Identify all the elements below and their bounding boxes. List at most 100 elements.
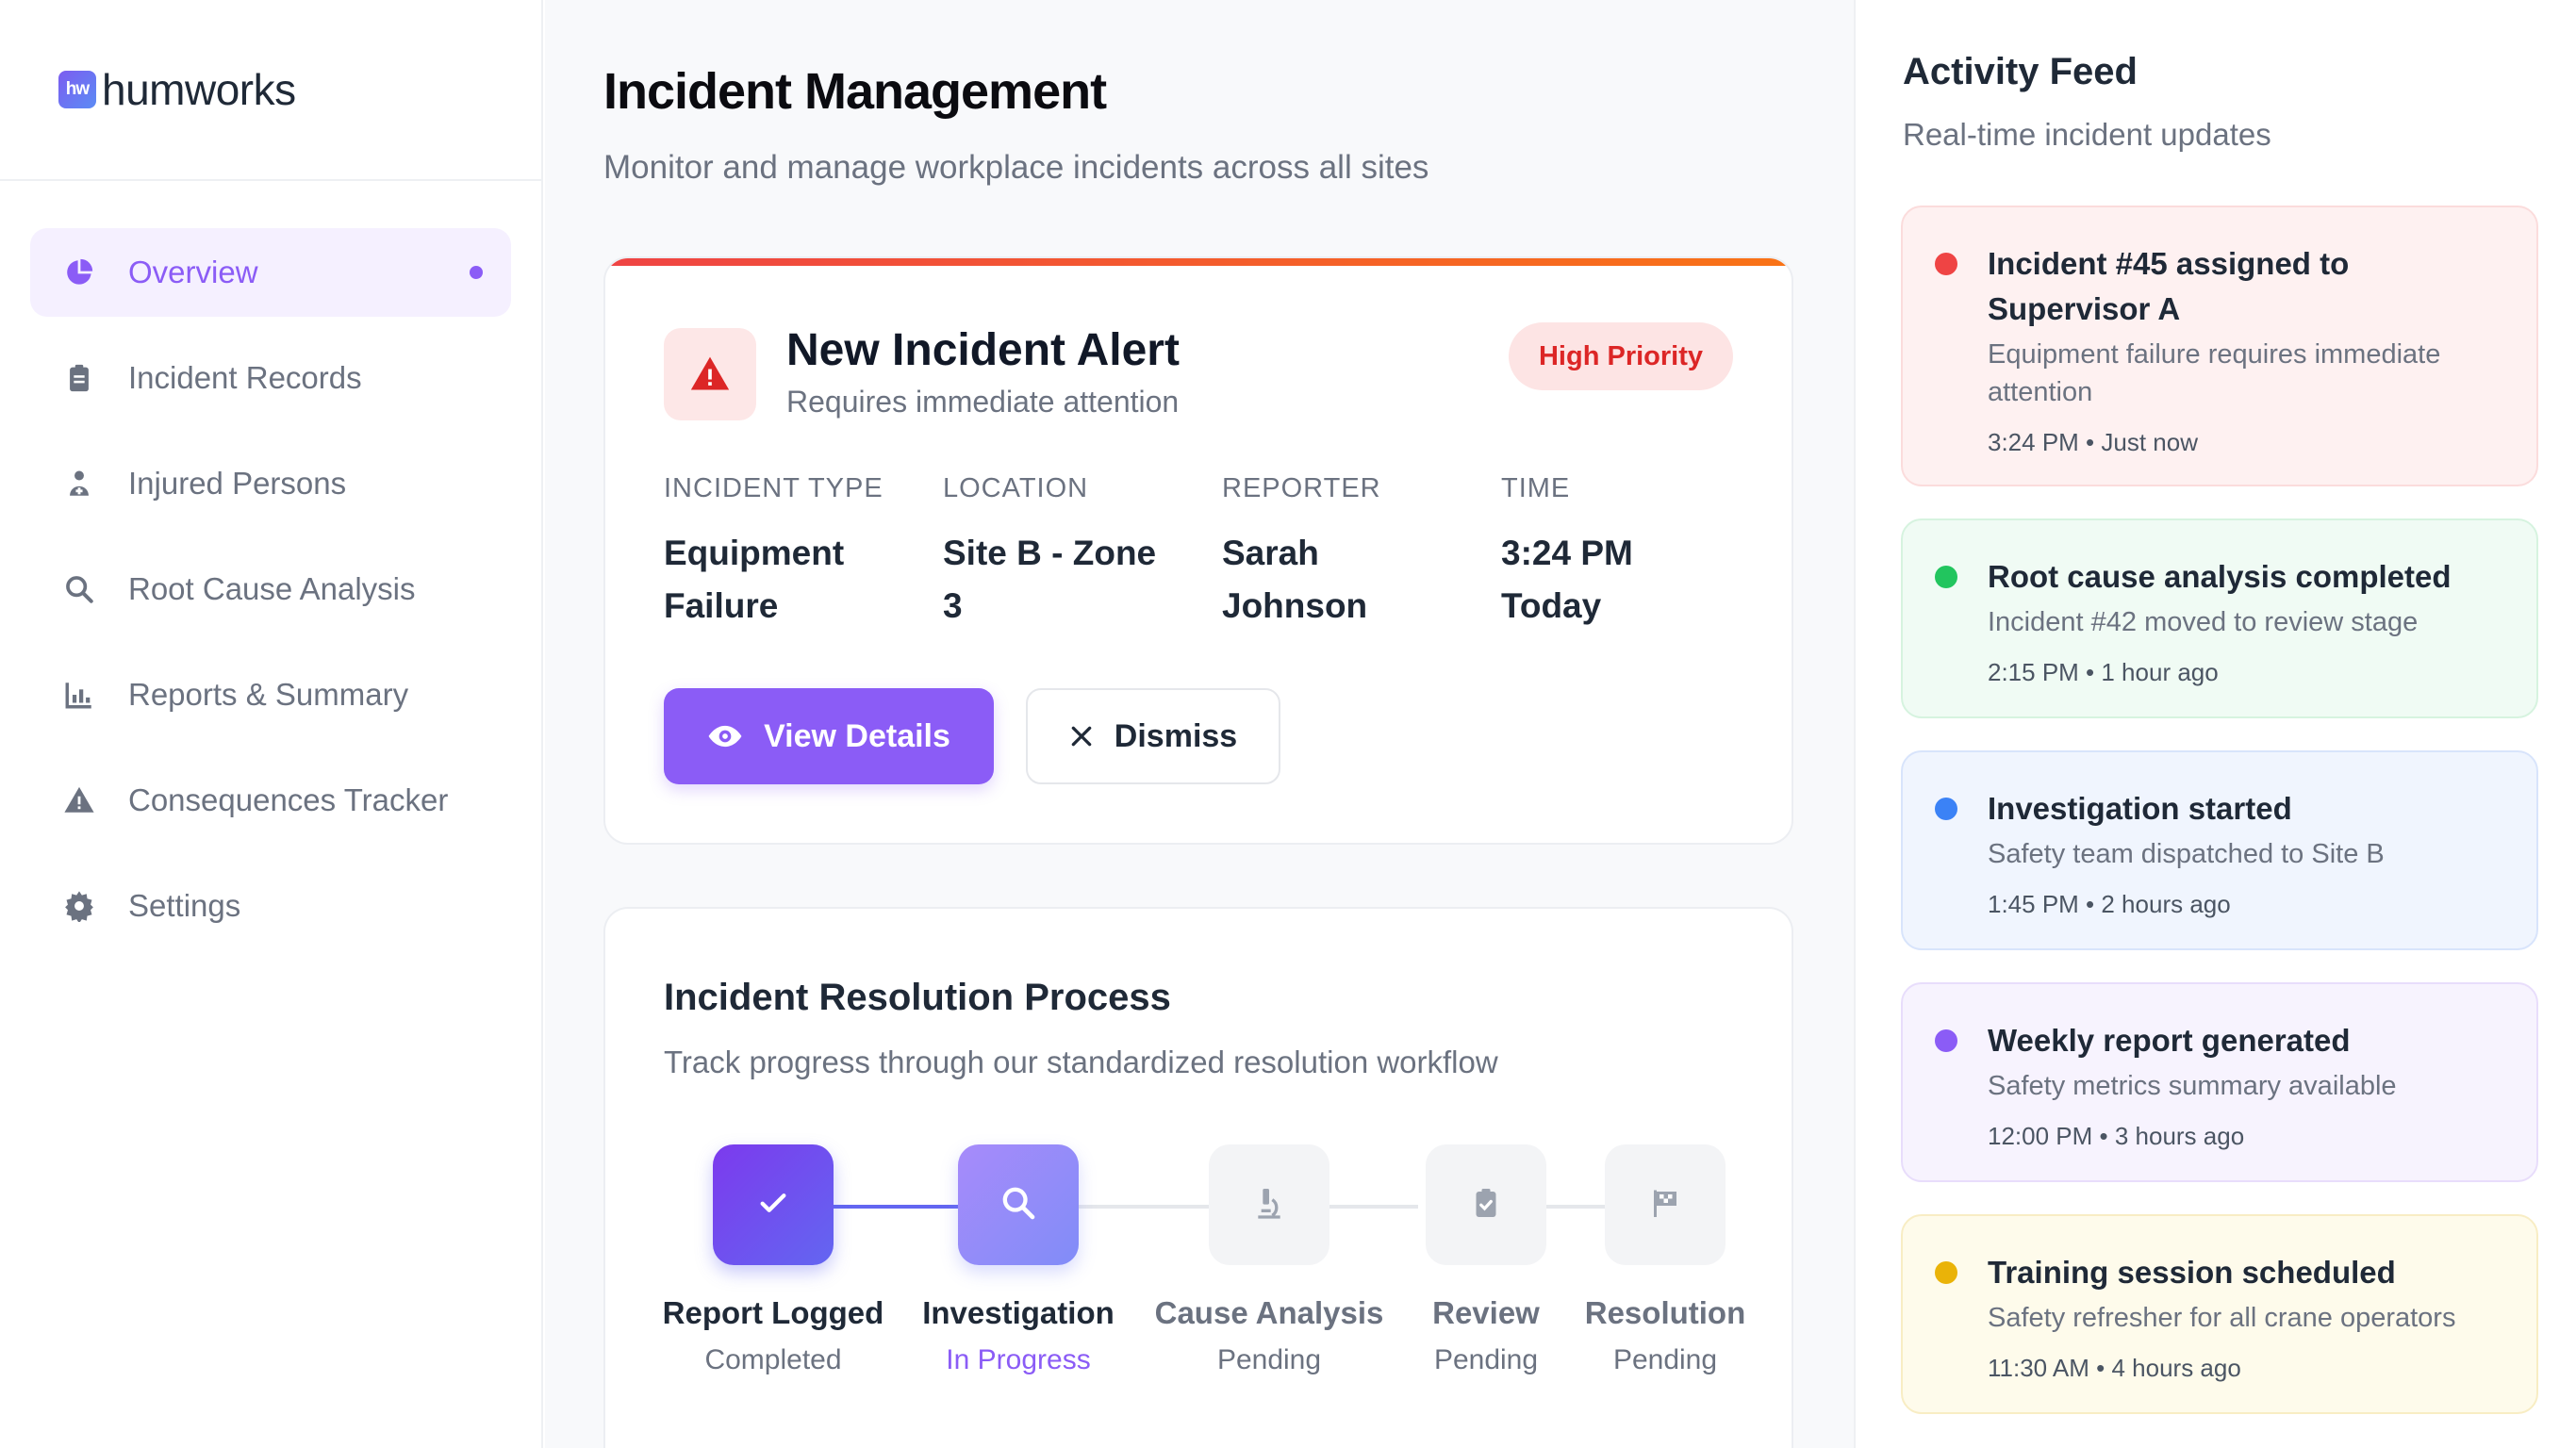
sidebar-item-label: Incident Records (128, 360, 362, 395)
feed-item-text: Safety team dispatched to Site B (1988, 839, 2385, 869)
field-value: Equipment Failure (664, 534, 845, 625)
step-review[interactable] (1426, 1144, 1546, 1265)
field-reporter: REPORTER Sarah Johnson (1222, 473, 1495, 633)
sidebar-item-label: Overview (128, 255, 258, 289)
feed-item[interactable]: Root cause analysis completed Incident #… (1901, 518, 2538, 718)
page-subtitle: Monitor and manage workplace incidents a… (603, 149, 1429, 186)
feed-item-title: Weekly report generated (1988, 1023, 2351, 1058)
status-dot (1935, 1029, 1957, 1052)
view-details-button[interactable]: View Details (664, 688, 994, 784)
feed-item[interactable]: Incident #45 assigned to Supervisor A Eq… (1901, 206, 2538, 486)
check-icon (757, 1187, 789, 1224)
feed-item-meta: 2:15 PM • 1 hour ago (1988, 658, 2219, 686)
step-status: In Progress (946, 1344, 1091, 1375)
injured-person-icon (62, 467, 96, 501)
brand-name: humworks (102, 65, 296, 114)
step-status: Pending (1612, 1344, 1718, 1375)
feed-item-meta: 3:24 PM • Just now (1988, 428, 2198, 456)
sidebar-item-label: Root Cause Analysis (128, 571, 416, 606)
activity-feed: Activity Feed Real-time incident updates… (1854, 0, 2576, 1448)
priority-badge: High Priority (1508, 322, 1733, 390)
step-report-logged[interactable] (713, 1144, 834, 1265)
step-connector (1056, 1205, 1216, 1209)
feed-item[interactable]: Weekly report generated Safety metrics s… (1901, 982, 2538, 1182)
status-dot (1935, 253, 1957, 275)
field-incident-type: INCIDENT TYPE Equipment Failure (664, 473, 937, 633)
gear-icon (62, 889, 96, 923)
feed-item-title: Training session scheduled (1988, 1255, 2396, 1290)
feed-item-meta: 1:45 PM • 2 hours ago (1988, 890, 2231, 918)
field-time: TIME 3:24 PM Today (1501, 473, 1775, 633)
feed-item-title: Incident #45 assigned to Supervisor A (1988, 246, 2350, 326)
logo-mark: hw (58, 71, 96, 108)
sidebar-item-overview[interactable]: Overview (30, 228, 511, 317)
sidebar-item-label: Injured Persons (128, 466, 347, 501)
feed-title: Activity Feed (1903, 51, 2138, 92)
feed-item[interactable]: Investigation started Safety team dispat… (1901, 750, 2538, 950)
view-details-label: View Details (764, 717, 950, 754)
status-dot (1935, 566, 1957, 588)
feed-item-text: Equipment failure requires immediate att… (1988, 339, 2441, 407)
status-dot (1935, 798, 1957, 820)
step-cause-analysis[interactable] (1209, 1144, 1329, 1265)
alert-accent-bar (605, 258, 1792, 266)
sidebar-item-root-cause-analysis[interactable]: Root Cause Analysis (30, 545, 511, 634)
clipboard-icon (62, 361, 96, 395)
step-label: Resolution (1584, 1295, 1746, 1330)
feed-item-title: Root cause analysis completed (1988, 559, 2452, 594)
step-connector (1539, 1205, 1614, 1209)
alert-title: New Incident Alert (786, 325, 1180, 375)
flag-icon (1648, 1186, 1682, 1225)
field-value: 3:24 PM Today (1501, 534, 1633, 625)
sidebar-item-label: Settings (128, 888, 241, 923)
sidebar-item-reports-summary[interactable]: Reports & Summary (30, 650, 511, 739)
feed-subtitle: Real-time incident updates (1903, 117, 2271, 152)
search-icon (999, 1184, 1037, 1226)
sidebar-item-injured-persons[interactable]: Injured Persons (30, 439, 511, 528)
pie-chart-icon (62, 255, 96, 289)
feed-item[interactable]: Training session scheduled Safety refres… (1901, 1214, 2538, 1414)
field-label: TIME (1501, 473, 1571, 503)
field-label: INCIDENT TYPE (664, 473, 883, 503)
field-label: REPORTER (1222, 473, 1381, 503)
feed-item-text: Incident #42 moved to review stage (1988, 607, 2419, 637)
active-indicator-dot (470, 266, 483, 279)
step-connector (1324, 1205, 1418, 1209)
resolution-process-card: Incident Resolution Process Track progre… (603, 907, 1793, 1448)
process-title: Incident Resolution Process (664, 977, 1171, 1018)
step-resolution[interactable] (1605, 1144, 1726, 1265)
sidebar: hw humworks Overview Incident Records In… (0, 0, 543, 1448)
feed-item-meta: 11:30 AM • 4 hours ago (1988, 1354, 2241, 1382)
sidebar-item-incident-records[interactable]: Incident Records (30, 334, 511, 422)
step-status: Pending (1216, 1344, 1322, 1375)
feed-item-text: Safety metrics summary available (1988, 1071, 2397, 1101)
sidebar-nav: Overview Incident Records Injured Person… (0, 181, 541, 950)
incident-alert-card: New Incident Alert Requires immediate at… (603, 256, 1793, 845)
bar-chart-icon (62, 678, 96, 712)
feed-item-meta: 12:00 PM • 3 hours ago (1988, 1122, 2245, 1150)
sidebar-item-settings[interactable]: Settings (30, 862, 511, 950)
status-dot (1935, 1261, 1957, 1284)
alert-warning-icon (664, 328, 756, 420)
logo[interactable]: hw humworks (0, 0, 541, 181)
dismiss-button[interactable]: Dismiss (1026, 688, 1280, 784)
step-status: Completed (704, 1344, 842, 1375)
dismiss-label: Dismiss (1114, 717, 1238, 754)
step-label: Report Logged (662, 1295, 884, 1330)
sidebar-item-label: Reports & Summary (128, 677, 409, 712)
sidebar-item-label: Consequences Tracker (128, 782, 449, 817)
search-icon (62, 572, 96, 606)
process-subtitle: Track progress through our standardized … (664, 1045, 1498, 1079)
clipboard-check-icon (1469, 1186, 1503, 1225)
alert-subtitle: Requires immediate attention (786, 385, 1180, 419)
sidebar-item-consequences-tracker[interactable]: Consequences Tracker (30, 756, 511, 845)
step-label: Cause Analysis (1154, 1295, 1384, 1330)
field-location: LOCATION Site B - Zone 3 (943, 473, 1216, 633)
page-title: Incident Management (603, 63, 1107, 120)
close-icon (1069, 724, 1094, 749)
field-value: Site B - Zone 3 (943, 534, 1157, 625)
step-investigation[interactable] (958, 1144, 1079, 1265)
warning-icon (62, 783, 96, 817)
step-label: Investigation (922, 1295, 1115, 1330)
field-label: LOCATION (943, 473, 1089, 503)
